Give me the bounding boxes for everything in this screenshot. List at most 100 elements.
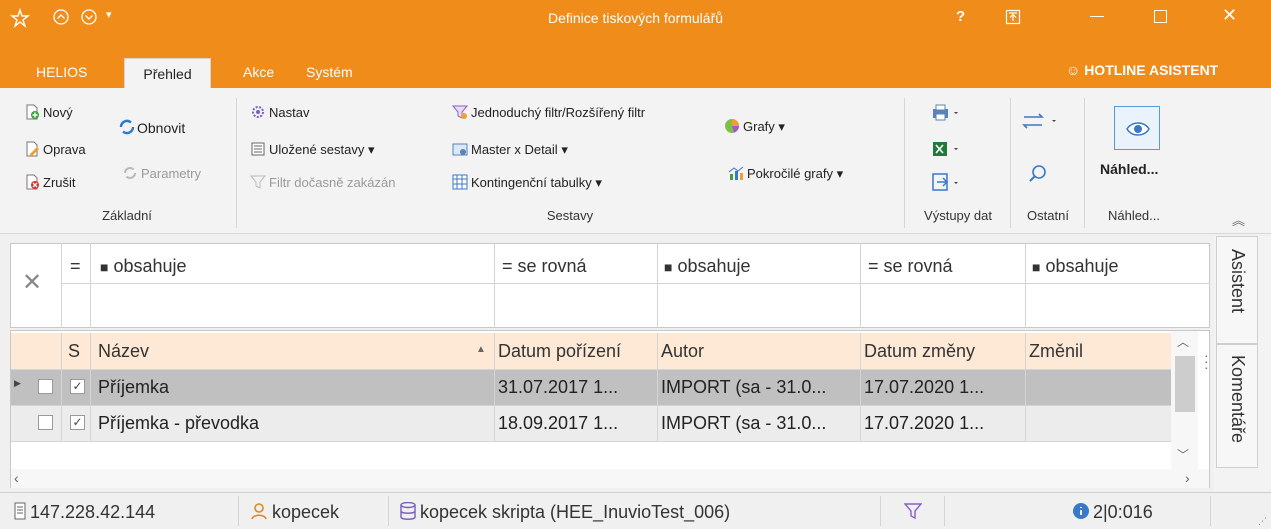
scroll-right-icon[interactable]: › xyxy=(1185,470,1190,486)
tab-prehled[interactable]: Přehled xyxy=(124,58,211,88)
master-detail-icon xyxy=(452,141,468,157)
ulozene-sestavy-button[interactable]: Uložené sestavy ▾ xyxy=(250,141,375,158)
status-divider xyxy=(944,496,945,526)
column-header-zmenil[interactable]: Změnil xyxy=(1029,341,1083,362)
scroll-left-icon[interactable]: ‹ xyxy=(14,470,19,486)
search-icon[interactable] xyxy=(1028,164,1048,187)
status-checkbox-checked[interactable]: ✓ xyxy=(70,415,85,430)
filter-op-datum-porizeni[interactable]: = se rovná xyxy=(502,256,587,277)
kontingencni-tabulky-button[interactable]: Kontingenční tabulky ▾ xyxy=(452,174,602,191)
help-button[interactable]: ? xyxy=(956,8,965,25)
filtr-zakazan-button[interactable]: Filtr dočasně zakázán xyxy=(249,174,395,190)
new-document-icon xyxy=(24,104,40,120)
nastav-button[interactable]: Nastav xyxy=(250,104,309,120)
grid-divider xyxy=(11,441,1171,442)
row-select-checkbox[interactable] xyxy=(38,415,53,430)
scroll-down-icon[interactable]: ﹀ xyxy=(1177,446,1189,463)
filter-op-nazev[interactable]: ■ obsahuje xyxy=(100,256,187,277)
status-divider xyxy=(1210,496,1211,526)
tab-komentare[interactable]: Komentáře xyxy=(1216,344,1258,468)
column-header-s[interactable]: S xyxy=(68,341,80,362)
cell-datum-zmeny: 17.07.2020 1... xyxy=(864,377,985,397)
title-bar xyxy=(0,0,1271,58)
ribbon-separator xyxy=(1084,98,1085,228)
filter-mode-icon: ■ xyxy=(1032,259,1041,275)
grid-divider xyxy=(11,405,1171,406)
filter-op-autor[interactable]: ■ obsahuje xyxy=(664,256,751,277)
cell-nazev: Příjemka xyxy=(98,377,170,397)
obnovit-button[interactable]: Obnovit xyxy=(118,118,185,136)
cell-datum-zmeny: 17.07.2020 1... xyxy=(864,413,985,433)
status-divider xyxy=(388,496,389,526)
filter-status-icon[interactable] xyxy=(903,502,923,523)
tab-helios[interactable]: HELIOS xyxy=(36,64,87,80)
status-user: kopecek xyxy=(272,502,340,522)
minimize-button[interactable] xyxy=(1090,16,1104,17)
horizontal-scrollbar[interactable] xyxy=(11,469,1209,488)
master-detail-button[interactable]: Master x Detail ▾ xyxy=(452,141,568,158)
cell-datum-porizeni: 31.07.2017 1... xyxy=(498,377,619,397)
vertical-scroll-thumb[interactable] xyxy=(1175,356,1195,412)
group-nahled-label: Náhled... xyxy=(1107,208,1161,223)
filter-mode-icon: ■ xyxy=(100,259,109,275)
saved-report-icon xyxy=(250,141,266,157)
filter-divider xyxy=(90,243,91,328)
filter-divider xyxy=(61,283,90,284)
parametry-button[interactable]: Parametry xyxy=(122,165,201,181)
excel-export-button[interactable] xyxy=(932,140,962,161)
nahled-large-button[interactable] xyxy=(1114,106,1160,150)
filter-op-status[interactable]: = xyxy=(70,256,81,277)
nahled-button-label[interactable]: Náhled... xyxy=(1100,161,1158,177)
column-header-autor[interactable]: Autor xyxy=(661,341,704,362)
filter-divider xyxy=(860,243,861,328)
headset-icon: ☺ xyxy=(1066,62,1081,78)
clear-filter-close-icon[interactable]: ✕ xyxy=(22,268,42,297)
grafy-button[interactable]: Grafy ▾ xyxy=(724,118,785,135)
column-header-datum-porizeni[interactable]: Datum pořízení xyxy=(498,341,621,362)
print-button[interactable] xyxy=(932,104,962,125)
user-icon xyxy=(250,502,268,523)
filter-op-zmenil[interactable]: ■ obsahuje xyxy=(1032,256,1119,277)
resize-grip-icon[interactable]: ⋰ xyxy=(1258,516,1267,527)
tab-system[interactable]: Systém xyxy=(306,64,353,80)
group-vystupy-label: Výstupy dat xyxy=(924,208,992,223)
pin-ribbon-icon[interactable] xyxy=(1005,9,1021,28)
filter-mode-icon: ■ xyxy=(664,259,673,275)
zrusit-button[interactable]: Zrušit xyxy=(24,174,76,190)
status-divider xyxy=(880,496,881,526)
maximize-button[interactable] xyxy=(1154,10,1167,23)
scroll-up-icon[interactable]: ︿ xyxy=(1177,333,1189,350)
chevron-down-icon: ▾ xyxy=(595,175,602,190)
close-button[interactable]: ✕ xyxy=(1222,5,1237,26)
row-indicator-icon: ▶ xyxy=(14,378,21,388)
novy-button[interactable]: Nový xyxy=(24,104,73,120)
chevron-down-icon: ▾ xyxy=(561,142,568,157)
row-select-checkbox[interactable] xyxy=(38,379,53,394)
splitter-handle-icon[interactable]: · · · xyxy=(1204,348,1209,374)
export-button[interactable] xyxy=(932,172,962,195)
chevron-down-icon: ▾ xyxy=(836,166,844,181)
swap-button[interactable] xyxy=(1022,112,1062,133)
pie-chart-icon xyxy=(724,118,740,134)
status-counter: 2|0:016 xyxy=(1093,502,1153,522)
collapse-ribbon-icon[interactable]: ︽ xyxy=(1232,210,1245,229)
filter-op-datum-zmeny[interactable]: = se rovná xyxy=(868,256,953,277)
grid-divider xyxy=(657,333,658,441)
ribbon-separator xyxy=(904,98,905,228)
status-checkbox-checked[interactable]: ✓ xyxy=(70,379,85,394)
window-title: Definice tiskových formulářů xyxy=(547,10,724,26)
jednoduchy-filtr-button[interactable]: Jednoduchý filtr/Rozšířený filtr xyxy=(451,104,645,120)
status-database: kopecek skripta (HEE_InuvioTest_006) xyxy=(420,502,731,522)
tab-asistent[interactable]: Asistent xyxy=(1216,236,1258,344)
tab-akce[interactable]: Akce xyxy=(243,64,274,80)
grid-divider xyxy=(494,333,495,441)
hotline-asistent-button[interactable]: ☺ HOTLINE ASISTENT xyxy=(1066,62,1218,78)
edit-document-icon xyxy=(24,141,40,157)
oprava-button[interactable]: Oprava xyxy=(24,141,86,157)
column-header-datum-zmeny[interactable]: Datum změny xyxy=(864,341,975,362)
server-icon xyxy=(14,502,26,523)
grid-divider xyxy=(61,333,62,441)
column-header-nazev[interactable]: Název xyxy=(98,341,149,362)
grid-divider xyxy=(1025,333,1026,441)
pokrocile-grafy-button[interactable]: Pokročilé grafy ▾ xyxy=(728,165,843,182)
